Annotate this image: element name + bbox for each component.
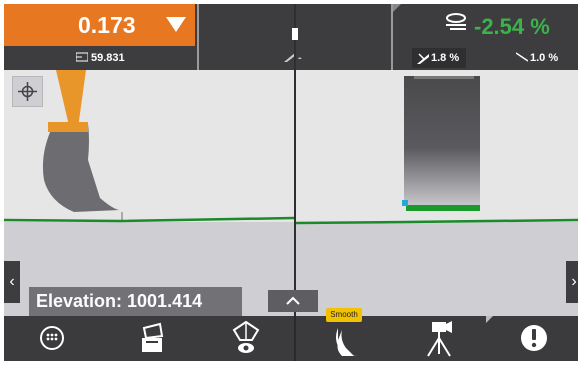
chevron-right-icon[interactable]: › — [566, 261, 578, 303]
toolbar-corner-marker — [486, 316, 493, 323]
design-surface-line — [4, 216, 294, 223]
camera-tripod-icon — [427, 321, 452, 357]
bucket-front — [404, 76, 480, 206]
corner-marker — [393, 4, 401, 12]
cross-slope-icon — [417, 53, 429, 64]
view-divider-tick — [292, 28, 298, 40]
top-divider-1 — [197, 4, 199, 70]
excavator-bucket — [42, 124, 120, 212]
camera-button[interactable] — [418, 316, 462, 361]
slope-percent: -2.54 % — [474, 14, 550, 39]
menu-grid-icon — [40, 326, 64, 350]
menu-button[interactable] — [34, 316, 74, 361]
view-eye-icon — [232, 320, 260, 353]
smooth-label: Smooth — [326, 308, 362, 322]
bucket-smooth-icon — [336, 328, 358, 356]
secondary-value: 59.831 — [91, 52, 125, 64]
main-slope-value: 1.0 % — [530, 52, 559, 64]
alert-icon — [521, 325, 547, 351]
bucket-settings-icon — [142, 322, 164, 352]
chevron-up-icon — [286, 296, 300, 305]
top-info-bar: 0.173 59.831 - -2.54 % 1.8 % 1.0 % — [4, 4, 578, 70]
toolbar-divider — [294, 316, 296, 361]
center-value: - — [298, 52, 302, 64]
height-icon — [76, 52, 88, 62]
cross-slope-value: 1.8 % — [431, 52, 460, 64]
elevation-readout: Elevation: 1001.414 — [29, 287, 242, 317]
triangle-down-icon — [166, 17, 186, 32]
design-cross-line — [296, 218, 578, 225]
chevron-left-icon[interactable]: ‹ — [4, 261, 20, 303]
crosshair-button[interactable] — [12, 76, 43, 107]
bucket-edge-cyan — [402, 200, 408, 206]
top-divider-2 — [391, 4, 393, 70]
excavator-arm — [56, 70, 86, 130]
bucket-settings-button[interactable] — [132, 316, 172, 361]
alert-button[interactable] — [512, 316, 556, 361]
expand-up-button[interactable] — [268, 290, 318, 312]
bucket-front-stripe — [414, 76, 474, 79]
view-button[interactable] — [226, 316, 266, 361]
side-view — [4, 70, 294, 223]
bottom-toolbar — [4, 316, 578, 361]
bucket-clamp — [48, 122, 88, 132]
bucket-edge-green — [406, 205, 480, 211]
crosshair-icon — [18, 82, 37, 101]
main-slope-icon — [516, 52, 528, 62]
front-view — [296, 76, 578, 225]
elevation-text: Elevation: 1001.414 — [36, 291, 203, 311]
slope-indicator-icon — [446, 13, 466, 30]
cut-fill-value: 0.173 — [78, 12, 136, 38]
bucket-smooth-button[interactable] — [324, 316, 368, 361]
machine-guidance-screen: 0.173 59.831 - -2.54 % 1.8 % 1.0 % ‹ › E… — [4, 4, 578, 361]
